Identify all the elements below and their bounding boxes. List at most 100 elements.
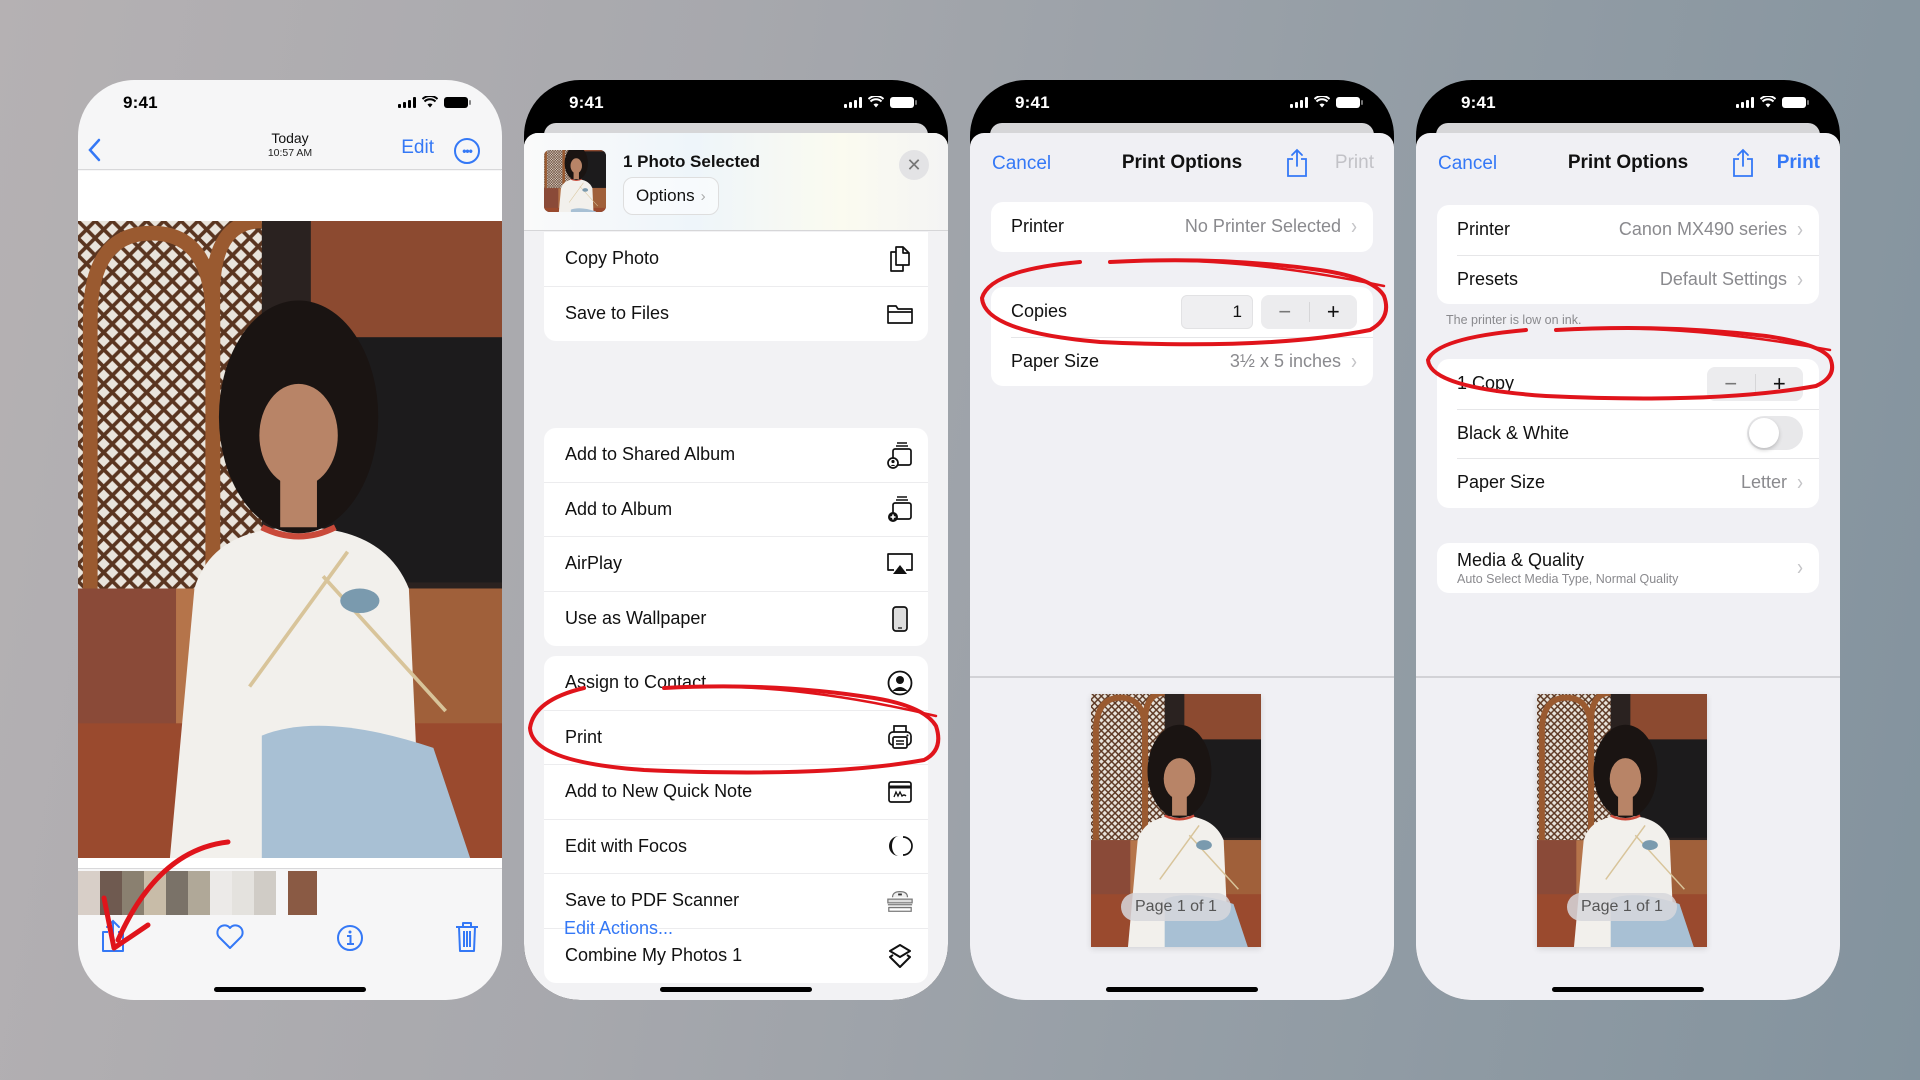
presets-row[interactable]: Presets Default Settings › bbox=[1437, 254, 1819, 305]
decrement-button[interactable]: − bbox=[1261, 300, 1310, 322]
action-edit-with-focos[interactable]: Edit with Focos bbox=[544, 820, 928, 874]
chevron-right-icon: › bbox=[1797, 216, 1803, 243]
main-photo[interactable] bbox=[78, 221, 502, 858]
chevron-right-icon: › bbox=[1351, 213, 1357, 240]
phone-share-sheet: 9:41 1 Photo Selected Options › ✕ Copy P… bbox=[524, 80, 948, 1000]
signal-icon bbox=[398, 96, 416, 108]
phone-print-options-configured: 9:41 Cancel Print Options Print Printer … bbox=[1416, 80, 1840, 1000]
heart-icon bbox=[216, 924, 244, 949]
wifi-icon bbox=[868, 96, 884, 108]
phone-icon bbox=[886, 605, 914, 633]
edit-actions-link[interactable]: Edit Actions... bbox=[564, 918, 673, 939]
thumbnail[interactable] bbox=[210, 871, 232, 915]
photo-toolbar bbox=[78, 918, 502, 964]
printer-presets-group: Printer Canon MX490 series › Presets Defa… bbox=[1437, 205, 1819, 304]
home-indicator bbox=[660, 987, 812, 992]
status-time: 9:41 bbox=[123, 93, 158, 112]
nav-bar: Today 10:57 AM Edit ••• bbox=[78, 130, 502, 170]
folder-icon bbox=[886, 300, 914, 328]
share-header: 1 Photo Selected Options › ✕ bbox=[524, 133, 948, 231]
share-icon bbox=[102, 919, 124, 952]
info-button[interactable] bbox=[335, 918, 365, 954]
action-add-to-new-quick-note[interactable]: Add to New Quick Note bbox=[544, 765, 928, 820]
options-label: Options bbox=[636, 186, 695, 205]
action-airplay[interactable]: AirPlay bbox=[544, 537, 928, 592]
paper-size-value: 3½ x 5 inches bbox=[1229, 350, 1341, 371]
media-quality-row[interactable]: Media & Quality Auto Select Media Type, … bbox=[1437, 543, 1819, 593]
paper-size-row[interactable]: Paper Size 3½ x 5 inches › bbox=[991, 336, 1373, 387]
wifi-icon bbox=[1760, 96, 1776, 108]
black-white-toggle[interactable] bbox=[1747, 416, 1803, 451]
home-indicator bbox=[1106, 987, 1258, 992]
action-add-to-album[interactable]: Add to Album bbox=[544, 483, 928, 537]
printer-row[interactable]: Printer No Printer Selected › bbox=[991, 202, 1373, 252]
edit-button[interactable]: Edit bbox=[401, 137, 434, 159]
more-button[interactable]: ••• bbox=[454, 138, 480, 164]
increment-button[interactable]: + bbox=[1310, 295, 1358, 329]
ellipsis-circle-icon: ••• bbox=[462, 144, 473, 158]
action-use-as-wallpaper[interactable]: Use as Wallpaper bbox=[544, 592, 928, 647]
printer-row[interactable]: Printer Canon MX490 series › bbox=[1437, 205, 1819, 255]
shortcuts-icon bbox=[886, 942, 914, 970]
print-button[interactable]: Print bbox=[1335, 152, 1374, 174]
signal-icon bbox=[1290, 96, 1308, 108]
battery-icon bbox=[1336, 96, 1363, 108]
copies-options-group: 1 Copy − + Black & White Paper Size Lett… bbox=[1437, 359, 1819, 508]
delete-button[interactable] bbox=[452, 918, 482, 954]
thumbnail-current[interactable] bbox=[288, 871, 317, 915]
battery-icon bbox=[444, 96, 471, 108]
action-save-to-files[interactable]: Save to Files bbox=[544, 287, 928, 342]
print-button[interactable]: Print bbox=[1777, 152, 1820, 174]
copies-stepper[interactable]: − + bbox=[1261, 294, 1358, 329]
paper-size-row[interactable]: Paper Size Letter › bbox=[1437, 458, 1819, 508]
share-icon bbox=[1287, 148, 1307, 177]
nav-bar: Cancel Print Options Print bbox=[1416, 133, 1840, 193]
printer-icon bbox=[886, 723, 914, 751]
print-options-sheet: Cancel Print Options Print Printer Canon… bbox=[1416, 133, 1840, 1000]
thumbnail[interactable] bbox=[188, 871, 210, 915]
nav-bar: Cancel Print Options Print bbox=[970, 133, 1394, 193]
black-white-row: Black & White bbox=[1437, 408, 1819, 459]
decrement-button[interactable]: − bbox=[1707, 372, 1756, 394]
thumbnail[interactable] bbox=[78, 871, 100, 915]
trash-icon bbox=[456, 922, 478, 952]
favorite-button[interactable] bbox=[215, 918, 245, 954]
thumbnail[interactable] bbox=[144, 871, 166, 915]
status-time: 9:41 bbox=[1015, 93, 1050, 112]
contact-icon bbox=[886, 669, 914, 697]
printer-value: Canon MX490 series bbox=[1618, 219, 1787, 240]
copies-stepper[interactable]: − + bbox=[1707, 366, 1804, 401]
share-button[interactable] bbox=[1285, 148, 1309, 178]
print-preview: Page 1 of 1 bbox=[970, 676, 1394, 1000]
copies-row: 1 Copy − + bbox=[1437, 359, 1819, 409]
thumbnail[interactable] bbox=[122, 871, 144, 915]
chevron-right-icon: › bbox=[700, 187, 706, 205]
options-button[interactable]: Options › bbox=[623, 177, 719, 215]
action-copy-photo[interactable]: Copy Photo bbox=[544, 232, 928, 287]
thumbnail[interactable] bbox=[166, 871, 188, 915]
thumbnail-strip[interactable] bbox=[78, 871, 317, 915]
chevron-right-icon: › bbox=[1797, 265, 1803, 292]
thumbnail[interactable] bbox=[100, 871, 122, 915]
media-quality-group: Media & Quality Auto Select Media Type, … bbox=[1437, 543, 1819, 593]
status-time: 9:41 bbox=[569, 93, 604, 112]
print-preview: Page 1 of 1 bbox=[1416, 676, 1840, 1000]
action-print[interactable]: Print bbox=[544, 711, 928, 765]
thumbnail[interactable] bbox=[232, 871, 254, 915]
close-icon: ✕ bbox=[906, 154, 922, 175]
phone-print-options-empty: 9:41 Cancel Print Options Print Printer … bbox=[970, 80, 1394, 1000]
share-button[interactable] bbox=[1731, 148, 1755, 178]
thumbnail[interactable] bbox=[254, 871, 276, 915]
action-group-1: Copy Photo Save to Files bbox=[544, 232, 928, 341]
signal-icon bbox=[1736, 96, 1754, 108]
action-add-to-shared-album[interactable]: Add to Shared Album bbox=[544, 428, 928, 483]
close-button[interactable]: ✕ bbox=[899, 150, 929, 180]
preview-page[interactable]: Page 1 of 1 bbox=[1537, 694, 1707, 947]
status-time: 9:41 bbox=[1461, 93, 1496, 112]
copies-input[interactable]: 1 bbox=[1181, 294, 1253, 329]
photo-thumbnail bbox=[544, 150, 606, 212]
preview-page[interactable]: Page 1 of 1 bbox=[1091, 694, 1261, 947]
action-assign-to-contact[interactable]: Assign to Contact bbox=[544, 656, 928, 711]
share-button[interactable] bbox=[98, 918, 128, 954]
increment-button[interactable]: + bbox=[1756, 367, 1804, 401]
